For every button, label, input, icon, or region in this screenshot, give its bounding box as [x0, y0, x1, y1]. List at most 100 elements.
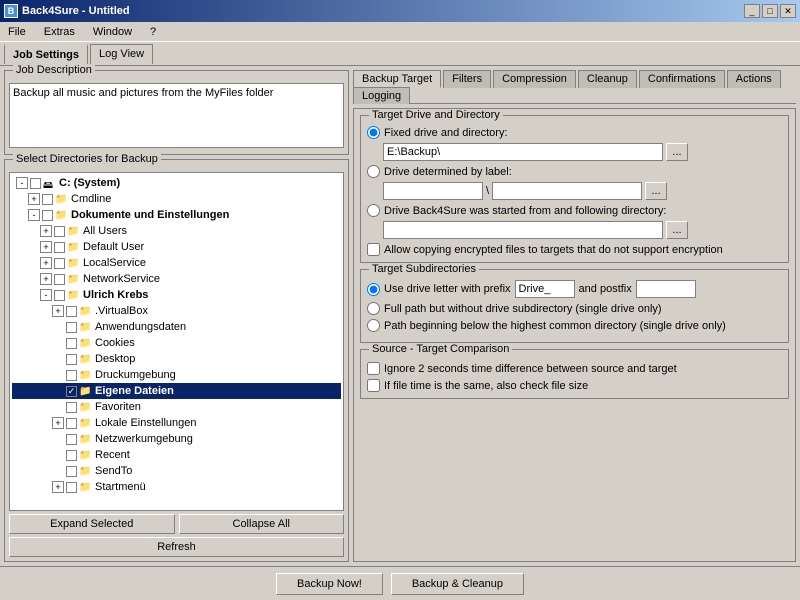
- expander-virtualbox[interactable]: +: [52, 305, 64, 317]
- checkbox-localservice[interactable]: [54, 258, 65, 269]
- expander-allusers[interactable]: +: [40, 225, 52, 237]
- expander-startmenu[interactable]: +: [52, 481, 64, 493]
- tree-item-favoriten[interactable]: 📁 Favoriten: [12, 399, 341, 415]
- menu-window[interactable]: Window: [89, 25, 136, 39]
- filesize-checkbox[interactable]: [367, 379, 380, 392]
- radio-prefix[interactable]: [367, 283, 380, 296]
- expander-networkservice[interactable]: +: [40, 273, 52, 285]
- tree-item-startmenu[interactable]: + 📁 Startmenü: [12, 479, 341, 495]
- expander-defaultuser[interactable]: +: [40, 241, 52, 253]
- checkbox-sendto[interactable]: [66, 466, 77, 477]
- tab-compression[interactable]: Compression: [493, 70, 576, 88]
- fixed-browse-button[interactable]: ...: [666, 143, 688, 161]
- label-part2-input[interactable]: [492, 182, 642, 200]
- tree-item-sendto[interactable]: 📁 SendTo: [12, 463, 341, 479]
- close-button[interactable]: ✕: [780, 4, 796, 18]
- checkbox-cmdline[interactable]: [42, 194, 53, 205]
- tree-item-lokaleeinstellungen[interactable]: + 📁 Lokale Einstellungen: [12, 415, 341, 431]
- expander-localservice[interactable]: +: [40, 257, 52, 269]
- checkbox-defaultuser[interactable]: [54, 242, 65, 253]
- tab-job-settings[interactable]: Job Settings: [4, 44, 88, 64]
- directory-tree[interactable]: - 🖴 C: (System) + 📁 Cmdline - 📁 Dokument…: [9, 172, 344, 511]
- started-browse-button[interactable]: ...: [666, 221, 688, 239]
- checkbox-anwendungsdaten[interactable]: [66, 322, 77, 333]
- panel-content: Target Drive and Directory Fixed drive a…: [353, 108, 796, 562]
- expand-selected-button[interactable]: Expand Selected: [9, 514, 175, 534]
- menu-help[interactable]: ?: [146, 25, 160, 39]
- backup-cleanup-button[interactable]: Backup & Cleanup: [391, 573, 524, 595]
- expander-c-system[interactable]: -: [16, 177, 28, 189]
- tree-item-virtualbox[interactable]: + 📁 .VirtualBox: [12, 303, 341, 319]
- tree-item-c-system[interactable]: - 🖴 C: (System): [12, 175, 341, 191]
- checkbox-networkservice[interactable]: [54, 274, 65, 285]
- fixed-path-input[interactable]: [383, 143, 663, 161]
- tree-item-dokumente[interactable]: - 📁 Dokumente und Einstellungen: [12, 207, 341, 223]
- minimize-button[interactable]: _: [744, 4, 760, 18]
- postfix-input[interactable]: [636, 280, 696, 298]
- menu-file[interactable]: File: [4, 25, 30, 39]
- checkbox-lokaleeinstellungen[interactable]: [66, 418, 77, 429]
- radio-pathbelow[interactable]: [367, 319, 380, 332]
- tab-log-view[interactable]: Log View: [90, 44, 153, 64]
- folder-icon-sendto: 📁: [79, 466, 93, 477]
- tree-item-allusers[interactable]: + 📁 All Users: [12, 223, 341, 239]
- timediff-checkbox[interactable]: [367, 362, 380, 375]
- tree-item-ulrichkrebs[interactable]: - 📁 Ulrich Krebs: [12, 287, 341, 303]
- tab-backup-target[interactable]: Backup Target: [353, 70, 441, 88]
- radio-label[interactable]: [367, 165, 380, 178]
- tree-buttons: Expand Selected Collapse All: [9, 514, 344, 534]
- radio-started[interactable]: [367, 204, 380, 217]
- checkbox-ulrichkrebs[interactable]: [54, 290, 65, 301]
- checkbox-cookies[interactable]: [66, 338, 77, 349]
- label-part1-input[interactable]: [383, 182, 483, 200]
- checkbox-netzwerkumgebung[interactable]: [66, 434, 77, 445]
- tree-item-druckumgebung[interactable]: 📁 Druckumgebung: [12, 367, 341, 383]
- radio-fullpath[interactable]: [367, 302, 380, 315]
- folder-icon-eigenedateien: 📁: [79, 386, 93, 397]
- checkbox-druckumgebung[interactable]: [66, 370, 77, 381]
- maximize-button[interactable]: □: [762, 4, 778, 18]
- tree-item-defaultuser[interactable]: + 📁 Default User: [12, 239, 341, 255]
- checkbox-startmenu[interactable]: [66, 482, 77, 493]
- backup-now-button[interactable]: Backup Now!: [276, 573, 383, 595]
- expander-cmdline[interactable]: +: [28, 193, 40, 205]
- tab-filters[interactable]: Filters: [443, 70, 491, 88]
- expander-lokaleeinstellungen[interactable]: +: [52, 417, 64, 429]
- expander-dokumente[interactable]: -: [28, 209, 40, 221]
- tab-confirmations[interactable]: Confirmations: [639, 70, 725, 88]
- source-target-group: Source - Target Comparison Ignore 2 seco…: [360, 349, 789, 399]
- checkbox-desktop[interactable]: [66, 354, 77, 365]
- encryption-checkbox[interactable]: [367, 243, 380, 256]
- radio-fullpath-label: Full path but without drive subdirectory…: [384, 303, 662, 315]
- tab-cleanup[interactable]: Cleanup: [578, 70, 637, 88]
- checkbox-eigenedateien[interactable]: ✓: [66, 386, 77, 397]
- tab-logging[interactable]: Logging: [353, 87, 410, 104]
- radio-fixed[interactable]: [367, 126, 380, 139]
- menu-extras[interactable]: Extras: [40, 25, 79, 39]
- checkbox-dokumente[interactable]: [42, 210, 53, 221]
- tree-item-eigenedateien[interactable]: ✓ 📁 Eigene Dateien: [12, 383, 341, 399]
- checkbox-c-system[interactable]: [30, 178, 41, 189]
- checkbox-virtualbox[interactable]: [66, 306, 77, 317]
- label-browse-button[interactable]: ...: [645, 182, 667, 200]
- prefix-input[interactable]: [515, 280, 575, 298]
- refresh-button[interactable]: Refresh: [9, 537, 344, 557]
- tree-item-netzwerkumgebung[interactable]: 📁 Netzwerkumgebung: [12, 431, 341, 447]
- tree-item-networkservice[interactable]: + 📁 NetworkService: [12, 271, 341, 287]
- folder-icon-networkservice: 📁: [67, 274, 81, 285]
- job-description-input[interactable]: [9, 83, 344, 148]
- checkbox-recent[interactable]: [66, 450, 77, 461]
- tree-item-recent[interactable]: 📁 Recent: [12, 447, 341, 463]
- collapse-all-button[interactable]: Collapse All: [179, 514, 345, 534]
- bottom-bar: Backup Now! Backup & Cleanup: [0, 566, 800, 600]
- tree-item-desktop[interactable]: 📁 Desktop: [12, 351, 341, 367]
- tree-item-cookies[interactable]: 📁 Cookies: [12, 335, 341, 351]
- tab-actions[interactable]: Actions: [727, 70, 781, 88]
- checkbox-allusers[interactable]: [54, 226, 65, 237]
- tree-item-localservice[interactable]: + 📁 LocalService: [12, 255, 341, 271]
- started-path-input[interactable]: [383, 221, 663, 239]
- tree-item-cmdline[interactable]: + 📁 Cmdline: [12, 191, 341, 207]
- expander-ulrichkrebs[interactable]: -: [40, 289, 52, 301]
- tree-item-anwendungsdaten[interactable]: 📁 Anwendungsdaten: [12, 319, 341, 335]
- checkbox-favoriten[interactable]: [66, 402, 77, 413]
